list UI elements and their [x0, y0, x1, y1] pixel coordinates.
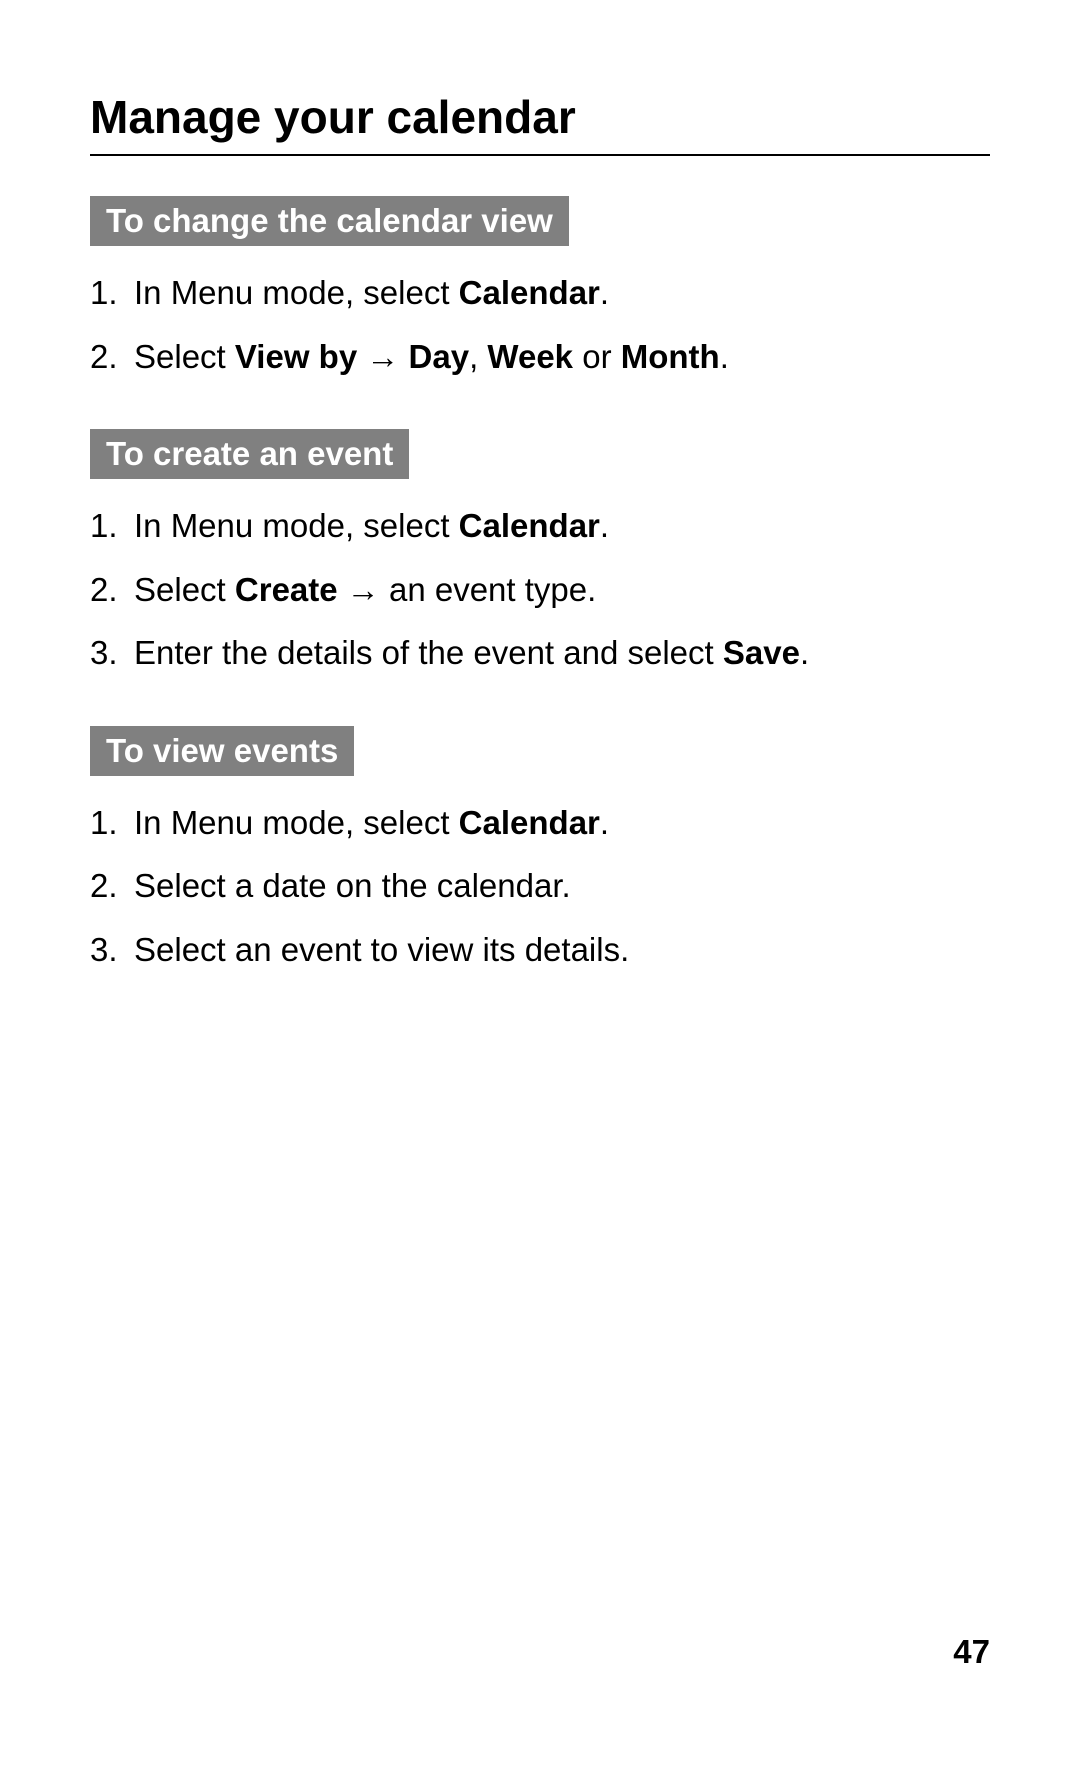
step-item: Enter the details of the event and selec… [90, 628, 990, 678]
section: To create an event In Menu mode, select C… [90, 429, 990, 678]
step-text: → an event type. [338, 571, 597, 608]
step-text: . [800, 634, 809, 671]
document-page: Manage your calendar To change the calen… [0, 0, 1080, 974]
step-text: or [573, 338, 621, 375]
step-item: Select a date on the calendar. [90, 861, 990, 911]
subsection-heading: To view events [90, 726, 354, 776]
step-list: In Menu mode, select Calendar. Select Cre… [90, 501, 990, 678]
sections-container: To change the calendar view In Menu mode,… [90, 196, 990, 974]
step-text: Calendar [459, 804, 600, 841]
step-text: Week [487, 338, 573, 375]
step-item: In Menu mode, select Calendar. [90, 268, 990, 318]
step-text: . [600, 274, 609, 311]
step-text: Save [723, 634, 800, 671]
step-item: Select View by → Day, Week or Month. [90, 332, 990, 382]
step-text: → [357, 338, 408, 375]
step-list: In Menu mode, select Calendar. Select a d… [90, 798, 990, 975]
step-text: View by [235, 338, 357, 375]
step-text: Calendar [459, 507, 600, 544]
step-item: In Menu mode, select Calendar. [90, 501, 990, 551]
page-title: Manage your calendar [90, 90, 990, 156]
step-text: Day [409, 338, 470, 375]
step-text: Select [134, 338, 235, 375]
page-number: 47 [953, 1633, 990, 1671]
step-text: Create [235, 571, 338, 608]
section: To change the calendar view In Menu mode,… [90, 196, 990, 381]
step-text: . [600, 507, 609, 544]
step-text: . [720, 338, 729, 375]
step-text: . [600, 804, 609, 841]
step-list: In Menu mode, select Calendar.Select Vie… [90, 268, 990, 381]
subsection-heading: To create an event [90, 429, 409, 479]
step-text: Select [134, 571, 235, 608]
step-item: Select Create → an event type. [90, 565, 990, 615]
subsection-heading: To change the calendar view [90, 196, 569, 246]
step-text: Select a date on the calendar. [134, 867, 571, 904]
step-text: Select an event to view its details. [134, 931, 629, 968]
step-text: Month [621, 338, 720, 375]
step-text: Calendar [459, 274, 600, 311]
step-text: In Menu mode, select [134, 507, 459, 544]
step-item: Select an event to view its details. [90, 925, 990, 975]
section: To view events In Menu mode, select Calen… [90, 726, 990, 975]
step-item: In Menu mode, select Calendar. [90, 798, 990, 848]
step-text: Enter the details of the event and selec… [134, 634, 723, 671]
step-text: In Menu mode, select [134, 804, 459, 841]
step-text: , [469, 338, 487, 375]
step-text: In Menu mode, select [134, 274, 459, 311]
